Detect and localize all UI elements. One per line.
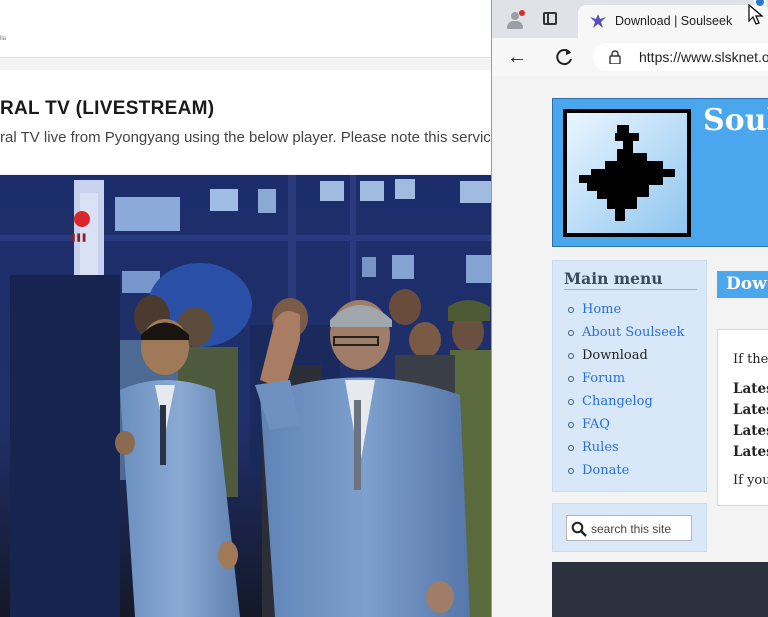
latest-version-line[interactable]: Lates [733, 423, 768, 439]
latest-version-line[interactable]: Lates [733, 402, 768, 418]
menu-list: Home About Soulseek Download Forum Chang… [568, 298, 684, 482]
site-title[interactable]: Soul [703, 103, 768, 138]
left-site-logo-text: lla [0, 36, 7, 42]
left-content-area [0, 70, 492, 174]
web-page: Soul Main menu Home About Soulseek Downl… [492, 76, 768, 617]
tab-title: Download | Soulseek [615, 14, 733, 28]
tab-actions-icon[interactable] [543, 12, 557, 25]
soulseek-logo[interactable] [563, 109, 691, 237]
tab-download-soulseek[interactable]: Download | Soulseek [578, 5, 768, 38]
profile-icon[interactable] [505, 10, 525, 30]
page-description: ral TV live from Pyongyang using the bel… [0, 129, 491, 146]
menu-item-home[interactable]: Home [568, 298, 684, 321]
soulseek-favicon-icon [590, 14, 606, 28]
address-bar[interactable]: https://www.slsknet.o [593, 43, 768, 71]
menu-item-about[interactable]: About Soulseek [568, 321, 684, 344]
back-arrow-icon[interactable]: ← [507, 47, 527, 67]
left-site-header: lla [0, 0, 492, 58]
search-placeholder: search this site [591, 522, 672, 536]
navigation-bar: ← https://www.slsknet.o [492, 38, 768, 76]
bird-logo-icon [579, 125, 675, 221]
main-menu-heading: Main menu [564, 269, 663, 288]
latest-version-line[interactable]: Lates [733, 381, 768, 397]
search-input[interactable]: search this site [566, 515, 692, 541]
search-box: search this site [552, 503, 707, 552]
menu-item-faq[interactable]: FAQ [568, 413, 684, 436]
content-heading: Dow [726, 274, 767, 294]
browser-window: Download | Soulseek ← https://www.slskne… [491, 0, 768, 617]
notification-dot [519, 10, 525, 16]
search-icon [571, 521, 587, 537]
page-title: RAL TV (LIVESTREAM) [0, 98, 215, 119]
video-frame: ▌▌▌ [0, 175, 492, 617]
site-footer [552, 562, 768, 617]
menu-item-forum[interactable]: Forum [568, 367, 684, 390]
url-text: https://www.slsknet.o [639, 49, 768, 65]
content-intro-line: If thes [733, 352, 768, 367]
menu-item-rules[interactable]: Rules [568, 436, 684, 459]
menu-divider [564, 289, 697, 290]
lock-icon [609, 50, 621, 64]
content-panel: If thes Lates Lates Lates Lates If you [717, 329, 768, 506]
tab-bar: Download | Soulseek [492, 0, 768, 38]
left-browser-window: lla RAL TV (LIVESTREAM) ral TV live from… [0, 0, 492, 617]
svg-text:▌▌▌: ▌▌▌ [71, 233, 88, 242]
menu-item-changelog[interactable]: Changelog [568, 390, 684, 413]
menu-item-download: Download [568, 344, 684, 367]
video-player[interactable]: ▌▌▌ [0, 175, 492, 617]
content-footer-line: If you [733, 473, 768, 488]
menu-item-donate[interactable]: Donate [568, 459, 684, 482]
download-heading-box: Dow [717, 271, 768, 298]
latest-version-line[interactable]: Lates [733, 444, 768, 460]
site-header-banner: Soul [552, 98, 768, 247]
main-menu: Main menu Home About Soulseek Download F… [552, 260, 707, 492]
refresh-icon[interactable] [553, 46, 575, 68]
